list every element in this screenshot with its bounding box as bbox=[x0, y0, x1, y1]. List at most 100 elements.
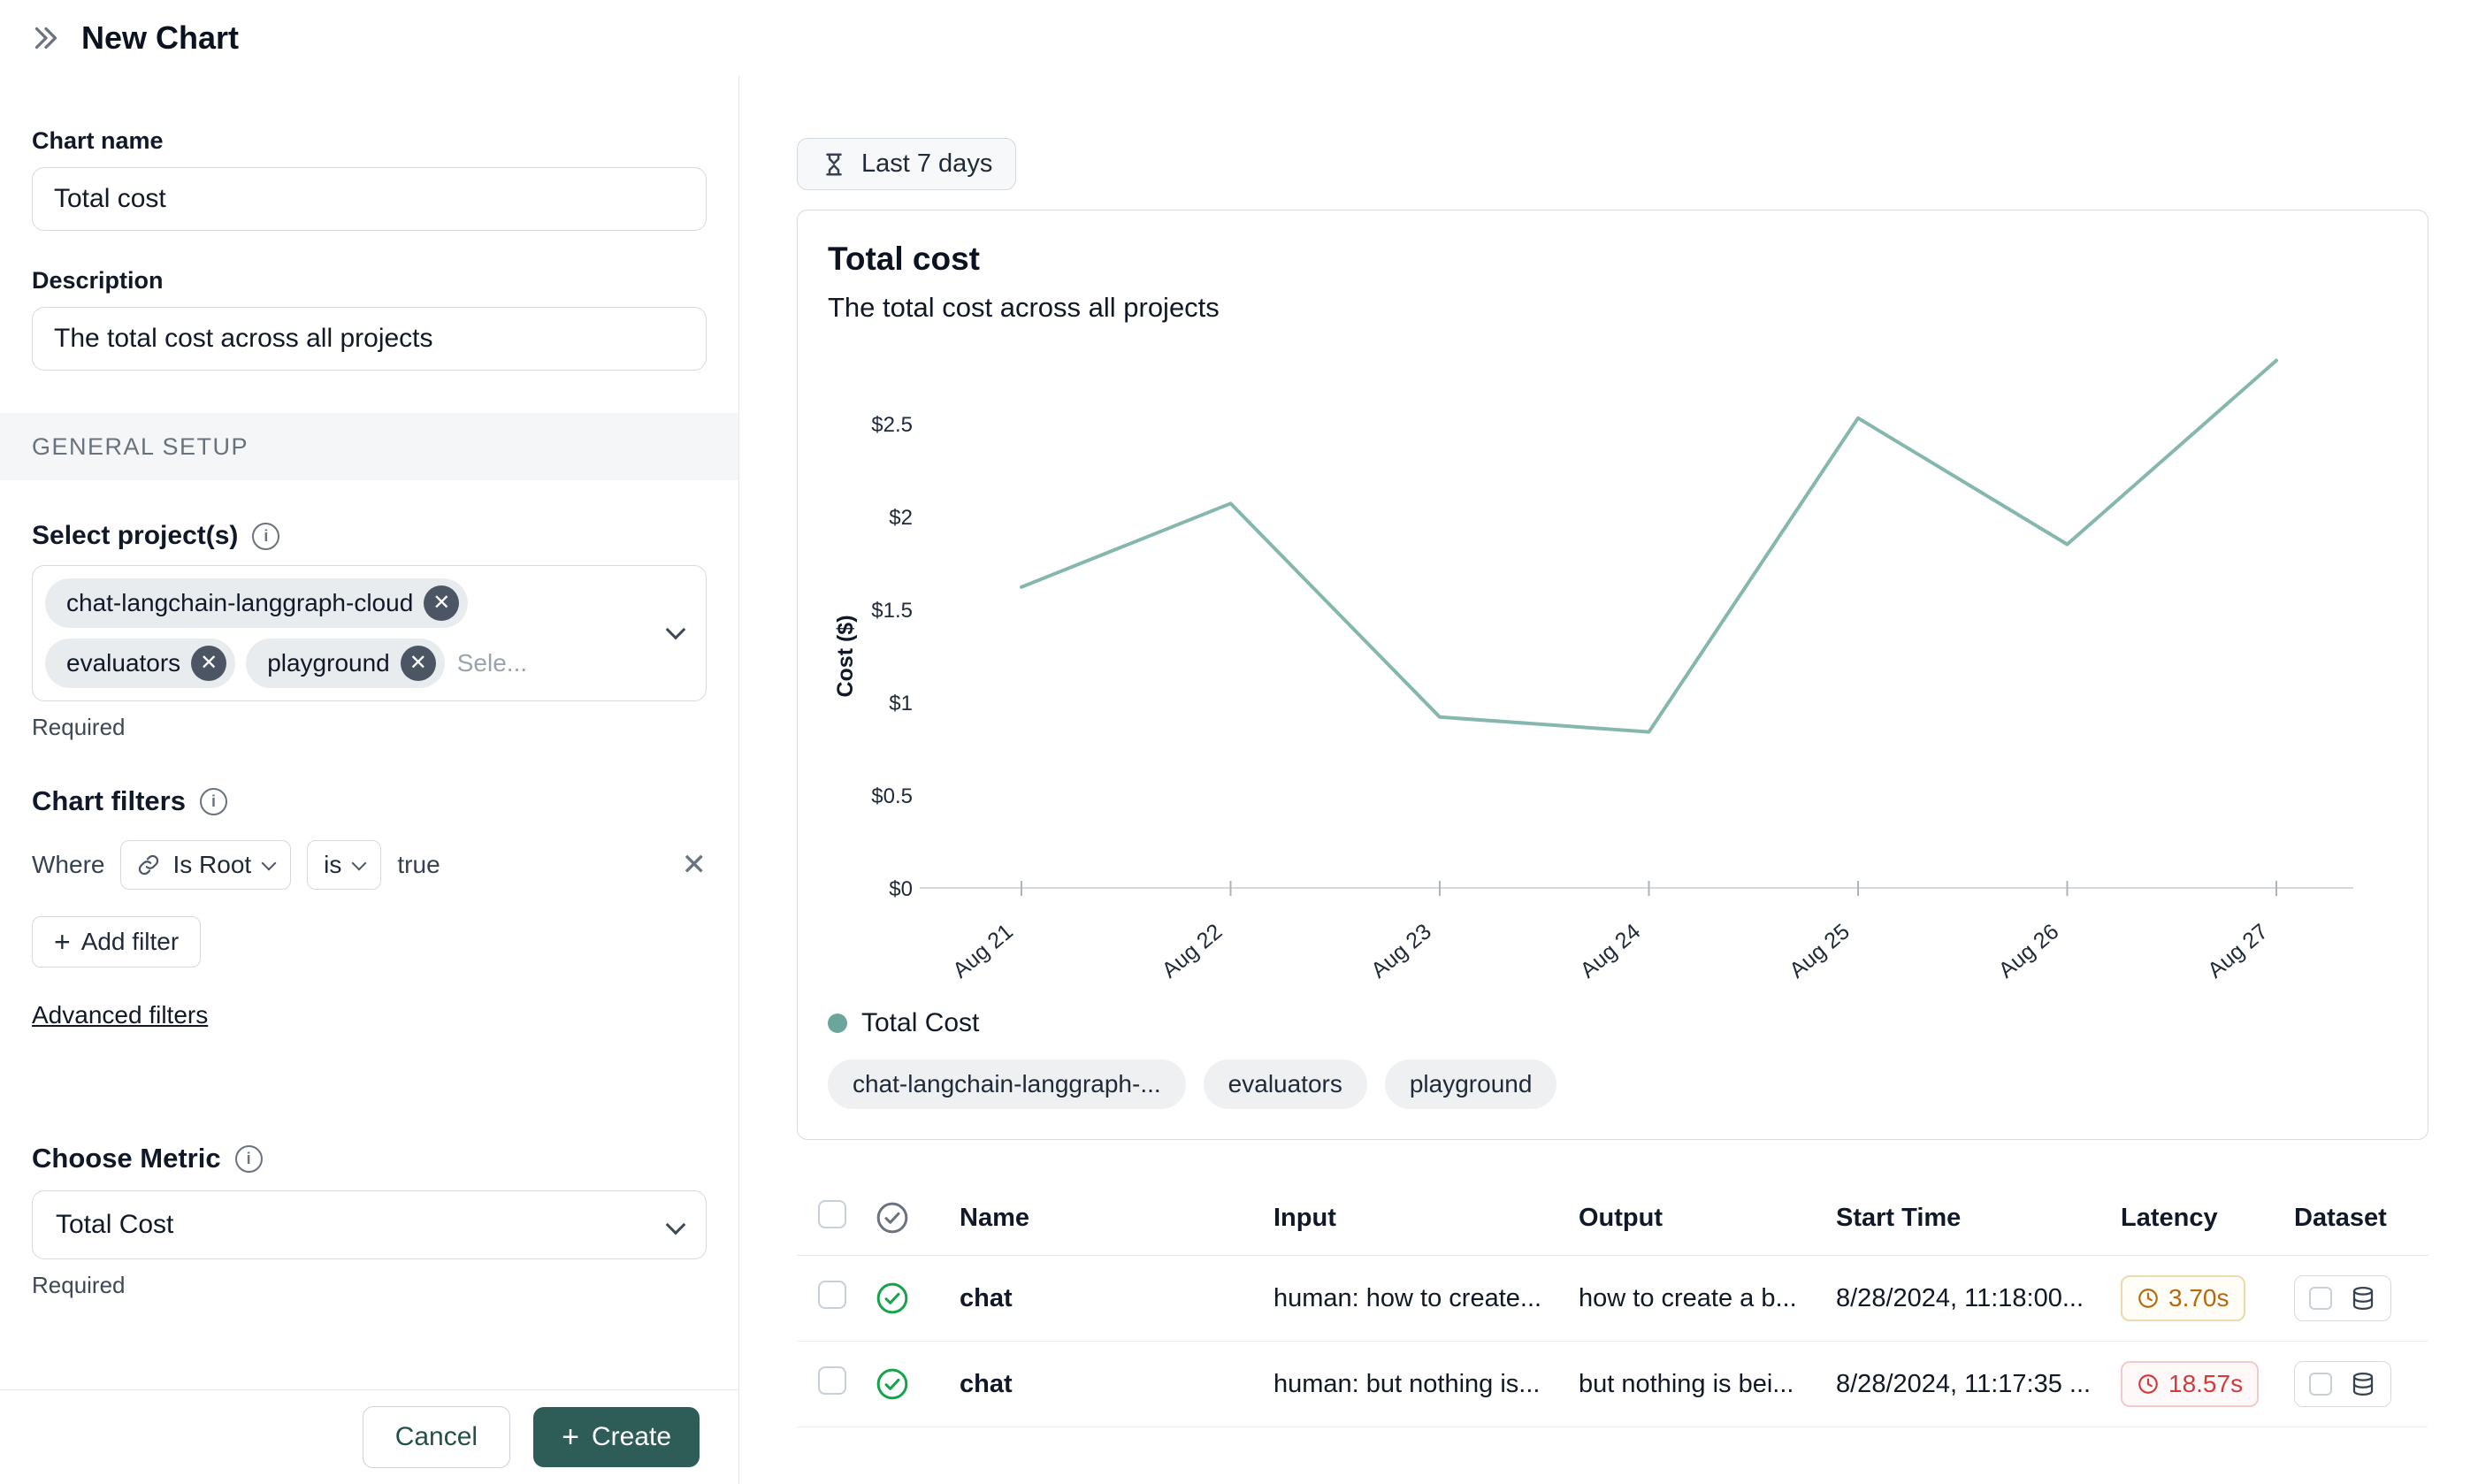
col-header-name: Name bbox=[942, 1204, 1273, 1233]
filter-row: Where Is Root is true ✕ bbox=[32, 840, 707, 890]
runs-table: Name Input Output Start Time Latency Dat… bbox=[797, 1181, 2428, 1427]
run-latency-cell: 18.57s bbox=[2121, 1361, 2294, 1407]
add-to-dataset-control[interactable] bbox=[2294, 1275, 2391, 1321]
table-row: chat human: but nothing is... but nothin… bbox=[797, 1342, 2428, 1427]
svg-text:Aug 26: Aug 26 bbox=[1994, 919, 2064, 983]
choose-metric-heading: Choose Metric i bbox=[32, 1143, 707, 1174]
filter-operator-value: is bbox=[324, 851, 341, 879]
run-dataset-cell bbox=[2294, 1361, 2428, 1407]
remove-project-icon[interactable]: ✕ bbox=[191, 646, 226, 681]
chart-legend: Total Cost bbox=[828, 1008, 2398, 1038]
chart-name-input[interactable] bbox=[32, 167, 707, 231]
chart-area: Cost ($)$0$0.5$1$1.5$2$2.5Aug 21Aug 22Au… bbox=[828, 334, 2398, 999]
description-input[interactable] bbox=[32, 307, 707, 371]
create-button[interactable]: + Create bbox=[533, 1407, 700, 1467]
legend-label: Total Cost bbox=[861, 1008, 979, 1038]
chart-card-title: Total cost bbox=[828, 241, 2398, 278]
select-all-checkbox-cell bbox=[797, 1200, 853, 1235]
choose-metric-info-icon[interactable]: i bbox=[235, 1145, 263, 1173]
metric-select[interactable]: Total Cost bbox=[32, 1190, 707, 1259]
time-range-label: Last 7 days bbox=[861, 149, 992, 179]
time-range-button[interactable]: Last 7 days bbox=[797, 138, 1016, 190]
choose-metric-label: Choose Metric bbox=[32, 1143, 221, 1174]
filter-field-dropdown[interactable]: Is Root bbox=[120, 840, 291, 890]
run-output-text: but nothing is bei... bbox=[1579, 1370, 1836, 1399]
select-projects-label: Select project(s) bbox=[32, 521, 238, 551]
svg-text:Cost ($): Cost ($) bbox=[833, 615, 858, 697]
latency-value: 3.70s bbox=[2168, 1284, 2229, 1312]
svg-text:Aug 22: Aug 22 bbox=[1158, 919, 1228, 983]
select-all-checkbox[interactable] bbox=[818, 1200, 846, 1228]
remove-project-icon[interactable]: ✕ bbox=[424, 585, 459, 621]
svg-text:$1: $1 bbox=[889, 692, 913, 715]
run-input-text: human: how to create... bbox=[1273, 1284, 1579, 1313]
project-multiselect[interactable]: chat-langchain-langgraph-cloud ✕ evaluat… bbox=[32, 565, 707, 701]
filter-value[interactable]: true bbox=[397, 851, 440, 879]
add-to-dataset-control[interactable] bbox=[2294, 1361, 2391, 1407]
add-filter-label: Add filter bbox=[81, 928, 180, 956]
svg-text:Aug 21: Aug 21 bbox=[948, 919, 1018, 983]
chevron-down-icon bbox=[666, 1215, 686, 1235]
project-chip: playground ✕ bbox=[246, 639, 445, 688]
chart-filters-info-icon[interactable]: i bbox=[200, 788, 227, 815]
hourglass-icon bbox=[821, 151, 847, 178]
projects-required-text: Required bbox=[32, 714, 707, 741]
collapse-sidebar-icon[interactable] bbox=[30, 22, 62, 54]
project-chip-label: playground bbox=[267, 649, 390, 677]
remove-filter-icon[interactable]: ✕ bbox=[682, 850, 707, 880]
sidebar-footer: Cancel + Create bbox=[0, 1389, 738, 1484]
legend-dot-icon bbox=[828, 1014, 847, 1033]
svg-text:$0: $0 bbox=[889, 877, 913, 901]
filter-operator-dropdown[interactable]: is bbox=[307, 840, 381, 890]
row-checkbox[interactable] bbox=[818, 1366, 846, 1395]
chart-preview-card: Total cost The total cost across all pro… bbox=[797, 210, 2428, 1140]
project-chip-label: chat-langchain-langgraph-cloud bbox=[66, 589, 413, 617]
project-search-input[interactable] bbox=[455, 648, 574, 678]
filter-field-value: Is Root bbox=[172, 851, 251, 879]
run-input-text: human: but nothing is... bbox=[1273, 1370, 1579, 1399]
table-row: chat human: how to create... how to crea… bbox=[797, 1256, 2428, 1342]
row-checkbox[interactable] bbox=[818, 1281, 846, 1309]
remove-project-icon[interactable]: ✕ bbox=[401, 646, 436, 681]
project-pill[interactable]: evaluators bbox=[1204, 1059, 1367, 1109]
description-label: Description bbox=[32, 266, 707, 295]
chevron-down-icon[interactable] bbox=[666, 620, 686, 640]
page-title: New Chart bbox=[81, 19, 239, 57]
dataset-checkbox[interactable] bbox=[2309, 1373, 2332, 1396]
chevron-down-icon bbox=[352, 856, 367, 871]
select-projects-heading: Select project(s) i bbox=[32, 521, 707, 551]
chart-filters-label: Chart filters bbox=[32, 785, 186, 817]
cancel-button[interactable]: Cancel bbox=[363, 1406, 510, 1468]
run-name-link[interactable]: chat bbox=[942, 1370, 1273, 1399]
run-output-text: how to create a b... bbox=[1579, 1284, 1836, 1313]
svg-text:$2.5: $2.5 bbox=[871, 413, 913, 437]
metric-select-value: Total Cost bbox=[56, 1210, 173, 1240]
project-pills-row: chat-langchain-langgraph-... evaluators … bbox=[828, 1059, 2398, 1109]
project-pill[interactable]: playground bbox=[1385, 1059, 1557, 1109]
svg-text:Aug 23: Aug 23 bbox=[1366, 919, 1436, 983]
project-chip: evaluators ✕ bbox=[45, 639, 235, 688]
run-name-link[interactable]: chat bbox=[942, 1284, 1273, 1313]
metric-required-text: Required bbox=[32, 1272, 707, 1299]
select-projects-info-icon[interactable]: i bbox=[252, 523, 279, 550]
col-header-output: Output bbox=[1579, 1204, 1836, 1233]
filter-where-label: Where bbox=[32, 851, 104, 879]
chart-filters-heading: Chart filters i bbox=[32, 785, 707, 817]
status-header-cell bbox=[853, 1200, 942, 1235]
status-check-icon bbox=[875, 1200, 910, 1235]
run-latency-cell: 3.70s bbox=[2121, 1275, 2294, 1321]
add-filter-button[interactable]: + Add filter bbox=[32, 916, 201, 968]
clock-icon bbox=[2137, 1287, 2160, 1310]
project-chip: chat-langchain-langgraph-cloud ✕ bbox=[45, 578, 468, 628]
dataset-checkbox[interactable] bbox=[2309, 1287, 2332, 1310]
plus-icon: + bbox=[54, 928, 71, 956]
database-icon bbox=[2350, 1371, 2376, 1397]
top-bar: New Chart bbox=[0, 0, 2478, 76]
row-checkbox-cell bbox=[797, 1281, 853, 1316]
project-pill[interactable]: chat-langchain-langgraph-... bbox=[828, 1059, 1186, 1109]
advanced-filters-link[interactable]: Advanced filters bbox=[32, 1001, 208, 1029]
success-check-icon bbox=[875, 1281, 910, 1316]
latency-value: 18.57s bbox=[2168, 1370, 2243, 1398]
run-start-time: 8/28/2024, 11:17:35 ... bbox=[1836, 1370, 2121, 1399]
project-chip-label: evaluators bbox=[66, 649, 180, 677]
